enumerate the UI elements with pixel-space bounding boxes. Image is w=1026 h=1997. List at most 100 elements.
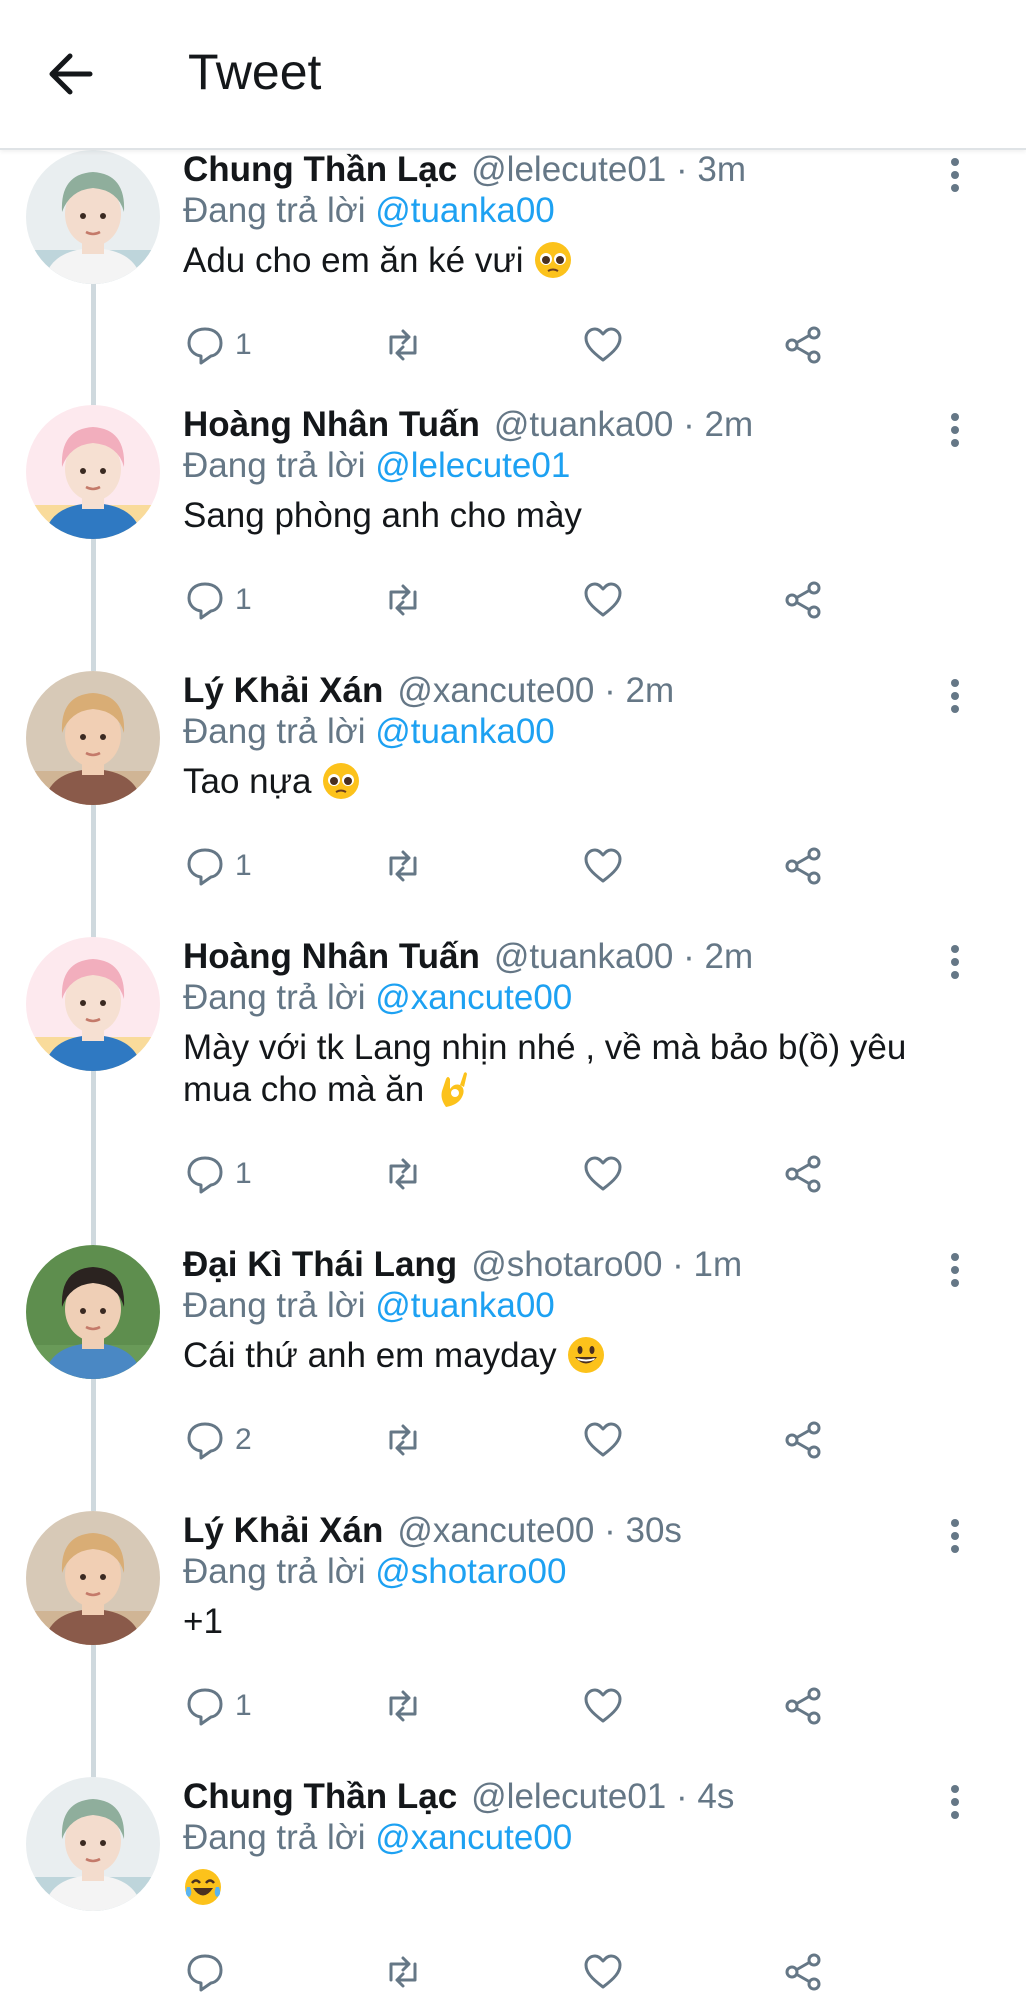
replying-to-handle[interactable]: @xancute00 bbox=[375, 978, 572, 1017]
replying-label: Đang trả lời bbox=[183, 978, 366, 1017]
share-button[interactable] bbox=[781, 1149, 825, 1199]
like-button[interactable] bbox=[581, 1415, 625, 1465]
more-options-button[interactable] bbox=[942, 1519, 968, 1555]
avatar[interactable] bbox=[26, 1511, 160, 1645]
author-name[interactable]: Hoàng Nhân Tuấn bbox=[183, 937, 480, 976]
share-button[interactable] bbox=[781, 1947, 825, 1997]
avatar[interactable] bbox=[26, 405, 160, 539]
more-options-button[interactable] bbox=[942, 1253, 968, 1289]
heart-icon bbox=[584, 327, 622, 362]
reply-button[interactable]: 1 bbox=[183, 320, 252, 370]
tweet-header: Chung Thần Lạc @lelecute01 · 3m bbox=[183, 146, 746, 194]
more-vertical-icon bbox=[951, 679, 959, 687]
tweet-actions: 1 bbox=[183, 841, 833, 891]
more-vertical-icon bbox=[951, 1519, 959, 1527]
replying-to-handle[interactable]: @tuanka00 bbox=[375, 1286, 555, 1325]
more-options-button[interactable] bbox=[942, 413, 968, 449]
back-button[interactable] bbox=[44, 48, 104, 100]
avatar[interactable] bbox=[26, 937, 160, 1071]
retweet-button[interactable] bbox=[381, 320, 425, 370]
ok-hand-emoji bbox=[441, 1072, 467, 1107]
retweet-icon bbox=[389, 1690, 417, 1722]
share-button[interactable] bbox=[781, 1415, 825, 1465]
like-button[interactable] bbox=[581, 1947, 625, 1997]
reply-button[interactable] bbox=[183, 1947, 235, 1997]
more-options-button[interactable] bbox=[942, 158, 968, 194]
replying-to: Đang trả lời @shotaro00 bbox=[183, 1549, 566, 1595]
avatar[interactable] bbox=[26, 671, 160, 805]
share-icon bbox=[785, 1421, 821, 1459]
reply-icon bbox=[187, 1422, 223, 1460]
author-name[interactable]: Chung Thần Lạc bbox=[183, 150, 457, 189]
replying-label: Đang trả lời bbox=[183, 446, 366, 485]
author-handle: @xancute00 bbox=[397, 1511, 595, 1550]
tweet-actions bbox=[183, 1947, 833, 1997]
reply-icon bbox=[187, 1688, 223, 1726]
tweet-time: 2m bbox=[704, 405, 754, 444]
retweet-icon bbox=[389, 584, 417, 616]
tweet-text-content: Cái thứ anh em mayday bbox=[183, 1336, 557, 1375]
more-options-button[interactable] bbox=[942, 945, 968, 981]
author-handle: @xancute00 bbox=[397, 671, 595, 710]
retweet-icon bbox=[389, 329, 417, 361]
tweet-actions: 1 bbox=[183, 320, 833, 370]
tweet-text: Mày với tk Lang nhịn nhé , về mà bảo b(ồ… bbox=[183, 1027, 973, 1111]
share-button[interactable] bbox=[781, 841, 825, 891]
author-name[interactable]: Lý Khải Xán bbox=[183, 1511, 383, 1550]
replying-to-handle[interactable]: @lelecute01 bbox=[375, 446, 570, 485]
heart-icon bbox=[584, 1954, 622, 1989]
retweet-icon bbox=[389, 1158, 417, 1190]
share-button[interactable] bbox=[781, 320, 825, 370]
heart-icon bbox=[584, 1156, 622, 1191]
retweet-button[interactable] bbox=[381, 1149, 425, 1199]
more-vertical-icon bbox=[951, 945, 959, 953]
retweet-button[interactable] bbox=[381, 841, 425, 891]
tweet-actions: 1 bbox=[183, 575, 833, 625]
reply-icon bbox=[187, 582, 223, 620]
like-button[interactable] bbox=[581, 320, 625, 370]
more-options-button[interactable] bbox=[942, 1785, 968, 1821]
more-options-button[interactable] bbox=[942, 679, 968, 715]
tweet-time: 1m bbox=[693, 1245, 743, 1284]
tweet-time: 2m bbox=[625, 671, 675, 710]
replying-to-handle[interactable]: @xancute00 bbox=[375, 1818, 572, 1857]
author-name[interactable]: Chung Thần Lạc bbox=[183, 1777, 457, 1816]
avatar[interactable] bbox=[26, 150, 160, 284]
retweet-button[interactable] bbox=[381, 1947, 425, 1997]
pleading-face-emoji bbox=[535, 242, 572, 278]
replying-to-handle[interactable]: @tuanka00 bbox=[375, 191, 555, 230]
reply-button[interactable]: 1 bbox=[183, 1149, 252, 1199]
tweet-actions: 1 bbox=[183, 1681, 833, 1731]
reply-button[interactable]: 1 bbox=[183, 575, 252, 625]
share-button[interactable] bbox=[781, 1681, 825, 1731]
author-name[interactable]: Đại Kì Thái Lang bbox=[183, 1245, 457, 1284]
reply-button[interactable]: 1 bbox=[183, 1681, 252, 1731]
tweet-text: Sang phòng anh cho mày bbox=[183, 495, 973, 537]
reply-button[interactable]: 2 bbox=[183, 1415, 252, 1465]
tears-of-joy-emoji bbox=[185, 1869, 221, 1905]
heart-icon bbox=[584, 848, 622, 883]
author-name[interactable]: Hoàng Nhân Tuấn bbox=[183, 405, 480, 444]
replying-to-handle[interactable]: @shotaro00 bbox=[375, 1552, 566, 1591]
tweet-text: Cái thứ anh em mayday bbox=[183, 1335, 973, 1377]
like-button[interactable] bbox=[581, 1149, 625, 1199]
retweet-button[interactable] bbox=[381, 1681, 425, 1731]
like-button[interactable] bbox=[581, 841, 625, 891]
tweet-header: Chung Thần Lạc @lelecute01 · 4s bbox=[183, 1773, 734, 1821]
author-name[interactable]: Lý Khải Xán bbox=[183, 671, 383, 710]
avatar[interactable] bbox=[26, 1777, 160, 1911]
retweet-button[interactable] bbox=[381, 1415, 425, 1465]
replying-to: Đang trả lời @tuanka00 bbox=[183, 188, 555, 234]
replying-to-handle[interactable]: @tuanka00 bbox=[375, 712, 555, 751]
avatar[interactable] bbox=[26, 1245, 160, 1379]
reply-icon bbox=[187, 1156, 223, 1194]
tweet-header: Đại Kì Thái Lang @shotaro00 · 1m bbox=[183, 1241, 742, 1289]
tweet-actions: 2 bbox=[183, 1415, 833, 1465]
like-button[interactable] bbox=[581, 575, 625, 625]
tweet-text: Adu cho em ăn ké vưi bbox=[183, 240, 973, 282]
reply-button[interactable]: 1 bbox=[183, 841, 252, 891]
like-button[interactable] bbox=[581, 1681, 625, 1731]
share-button[interactable] bbox=[781, 575, 825, 625]
retweet-button[interactable] bbox=[381, 575, 425, 625]
tweet-header: Hoàng Nhân Tuấn @tuanka00 · 2m bbox=[183, 933, 753, 981]
